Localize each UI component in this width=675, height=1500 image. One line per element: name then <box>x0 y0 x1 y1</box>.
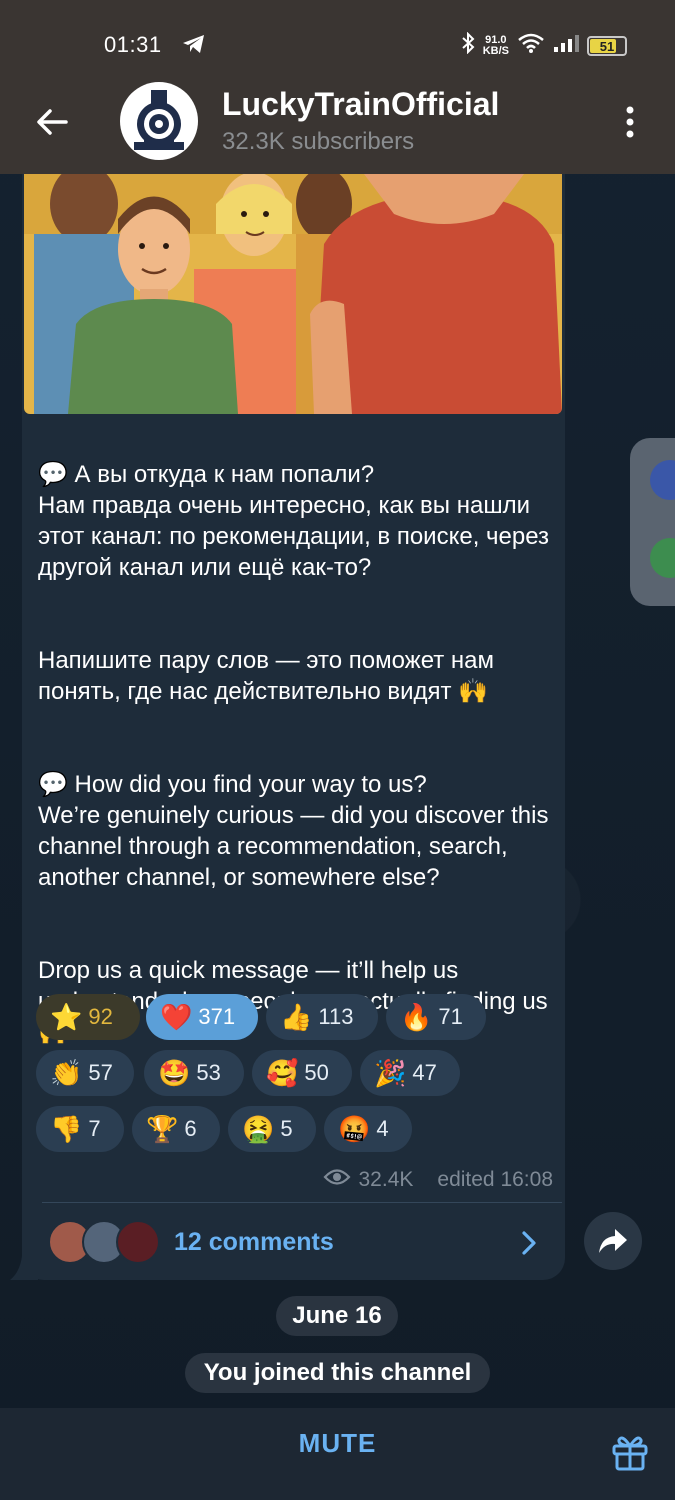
signal-icon <box>553 33 579 59</box>
subscriber-count: 32.3K subscribers <box>222 128 415 155</box>
reaction-count: 5 <box>280 1116 293 1141</box>
thumbs-down-icon: 👎 <box>50 1114 83 1144</box>
more-menu-button[interactable] <box>612 100 648 144</box>
back-button[interactable] <box>30 100 74 144</box>
reaction-star-struck[interactable]: 🤩 53 <box>144 1050 244 1096</box>
gift-button[interactable] <box>610 1432 650 1472</box>
commenter-avatar <box>116 1220 160 1264</box>
date-separator: June 16 <box>276 1296 398 1336</box>
message-meta: 32.4K edited 16:08 <box>323 1168 553 1192</box>
side-panel-icon[interactable] <box>650 460 675 500</box>
star-struck-icon: 🤩 <box>158 1058 191 1088</box>
reaction-count: 50 <box>304 1060 329 1085</box>
network-speed-unit: KB/S <box>482 45 509 57</box>
reaction-count: 71 <box>438 1004 463 1029</box>
fire-icon: 🔥 <box>400 1002 433 1032</box>
share-arrow-icon <box>599 1229 627 1253</box>
heart-icon: ❤️ <box>160 1002 193 1032</box>
reaction-count: 53 <box>196 1060 221 1085</box>
battery-level: 51 <box>599 38 615 54</box>
status-icons: 91.0 KB/S 51 <box>461 31 627 60</box>
status-bar: 01:31 91.0 KB/S 51 <box>0 28 675 64</box>
comments-count: 12 comments <box>174 1228 334 1256</box>
crowd-illustration <box>24 174 562 414</box>
status-time: 01:31 <box>104 32 162 57</box>
trophy-icon: 🏆 <box>146 1114 179 1144</box>
eye-icon <box>323 1168 351 1192</box>
comments-divider <box>42 1202 562 1203</box>
post-image[interactable] <box>24 174 562 414</box>
telegram-icon <box>182 34 206 60</box>
side-panel-icon[interactable] <box>650 538 675 578</box>
reaction-heart[interactable]: ❤️ 371 <box>146 994 258 1040</box>
reaction-trophy[interactable]: 🏆 6 <box>132 1106 220 1152</box>
message-paragraph-ru-request: Напишите пару слов — это поможет нам пон… <box>38 647 495 705</box>
edited-time: edited 16:08 <box>437 1168 553 1191</box>
reaction-fire[interactable]: 🔥 71 <box>386 994 486 1040</box>
chevron-right-icon <box>516 1228 542 1263</box>
channel-avatar[interactable] <box>120 82 198 160</box>
party-popper-icon: 🎉 <box>374 1058 407 1088</box>
channel-title[interactable]: LuckyTrainOfficial <box>222 86 499 123</box>
reaction-cursing[interactable]: 🤬 4 <box>324 1106 412 1152</box>
vomit-face-icon: 🤮 <box>242 1114 275 1144</box>
clap-icon: 👏 <box>50 1058 83 1088</box>
bluetooth-icon <box>461 31 475 60</box>
message-paragraph-en-question: 💬 How did you find your way to us? We’re… <box>38 771 549 891</box>
network-speed: 91.0 KB/S <box>483 35 509 57</box>
battery-icon: 51 <box>587 36 627 56</box>
wifi-icon <box>517 32 545 60</box>
reaction-star[interactable]: ⭐ 92 <box>36 994 140 1040</box>
joined-notice: You joined this channel <box>185 1353 490 1393</box>
reaction-count: 92 <box>88 1004 113 1029</box>
thumbs-up-icon: 👍 <box>280 1002 313 1032</box>
reaction-clap[interactable]: 👏 57 <box>36 1050 134 1096</box>
reaction-count: 4 <box>376 1116 389 1141</box>
comments-button[interactable]: 12 comments <box>22 1208 565 1276</box>
reaction-vomit[interactable]: 🤮 5 <box>228 1106 316 1152</box>
reaction-thumbs-down[interactable]: 👎 7 <box>36 1106 124 1152</box>
reaction-count: 47 <box>412 1060 437 1085</box>
smiling-hearts-icon: 🥰 <box>266 1058 299 1088</box>
view-count: 32.4K <box>358 1168 414 1191</box>
share-button[interactable] <box>584 1212 642 1270</box>
reaction-count: 57 <box>88 1060 113 1085</box>
reaction-thumbs-up[interactable]: 👍 113 <box>266 994 378 1040</box>
reaction-count: 371 <box>198 1004 236 1029</box>
cursing-face-icon: 🤬 <box>338 1114 371 1144</box>
star-icon: ⭐ <box>50 1002 83 1032</box>
train-logo-icon <box>134 90 184 150</box>
mute-button[interactable]: MUTE <box>0 1428 675 1459</box>
reaction-smiling-hearts[interactable]: 🥰 50 <box>252 1050 352 1096</box>
reaction-count: 6 <box>184 1116 197 1141</box>
message-paragraph-ru-question: 💬 А вы откуда к нам попали? Нам правда о… <box>38 461 550 581</box>
reaction-count: 113 <box>318 1004 354 1029</box>
reaction-party[interactable]: 🎉 47 <box>360 1050 460 1096</box>
gift-icon <box>612 1436 648 1471</box>
floating-side-panel[interactable] <box>630 438 675 606</box>
reaction-count: 7 <box>88 1116 101 1141</box>
